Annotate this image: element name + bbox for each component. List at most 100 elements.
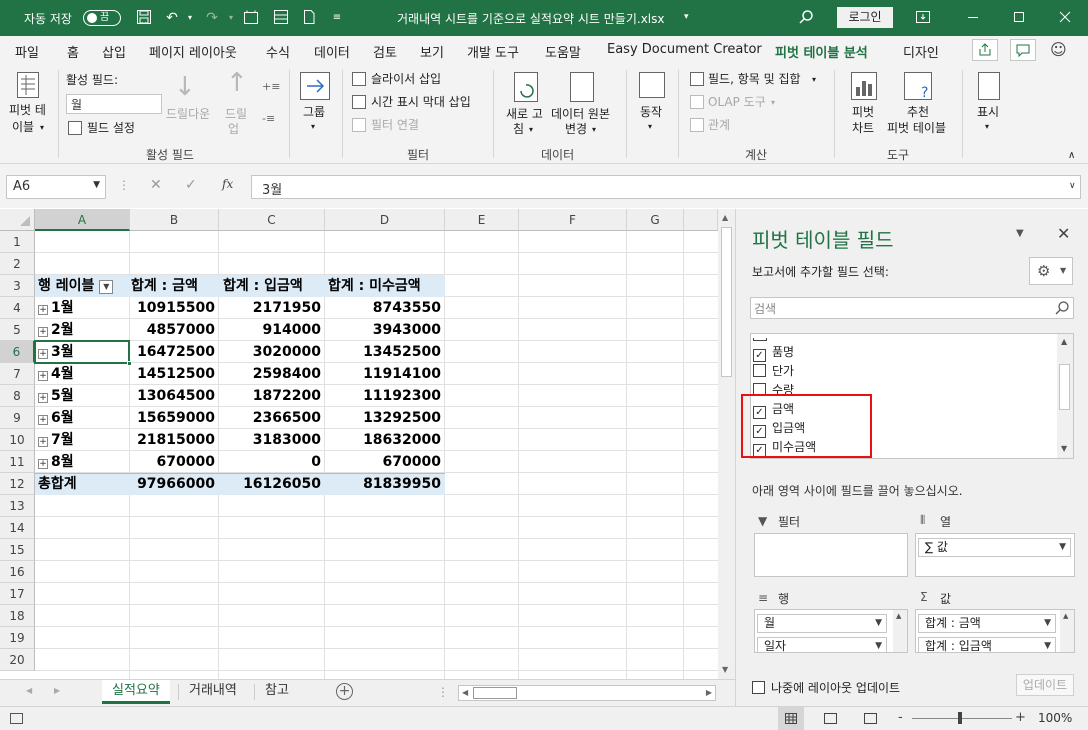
sheet-tab-reference[interactable]: 참고 [255,680,299,704]
pivot-row-label[interactable]: +8월 [38,451,128,473]
defer-checkbox[interactable] [752,681,765,694]
pivot-cell-unpaid[interactable]: 11914100 [325,363,445,385]
field-search-input[interactable]: 검색 [750,297,1074,319]
pivot-cell-paid[interactable]: 3183000 [219,429,325,451]
pivot-cell-unpaid[interactable]: 8743550 [325,297,445,319]
change-source-button-line2[interactable]: 변경 [565,121,587,137]
pivot-cell-unpaid[interactable]: 18632000 [325,429,445,451]
group-icon[interactable] [300,72,330,100]
show-dropdown-icon[interactable]: ▾ [985,119,989,135]
pivot-cell-paid[interactable]: 2171950 [219,297,325,319]
expand-formula-icon[interactable]: ∨ [1069,181,1076,191]
field-item[interactable]: 단가 [753,362,794,380]
row-header-16[interactable]: 16 [0,561,35,583]
tab-easy-document-creator[interactable]: Easy Document Creator [607,42,762,57]
row-header-3[interactable]: 3 [0,275,35,297]
pane-close-icon[interactable]: ✕ [1057,224,1070,243]
pivot-cell-amount[interactable]: 21815000 [130,429,219,451]
row-field-month[interactable]: 월 ▼ [757,614,887,633]
column-header-f[interactable]: F [519,209,627,231]
redo-dropdown-icon[interactable]: ▾ [222,9,240,27]
olap-tools-icon[interactable] [690,95,704,109]
column-header-h[interactable] [684,209,718,231]
expand-icon[interactable]: + [38,371,48,381]
drill-down-icon[interactable]: ↓ [174,74,196,100]
fields-items-sets-icon[interactable] [690,72,704,86]
actions-button[interactable]: 동작 [640,104,662,120]
refresh-button-line2[interactable]: 침 [513,121,524,137]
collapse-ribbon-icon[interactable]: ∧ [1068,148,1075,164]
group-button[interactable]: 그룹 [303,104,325,120]
drill-up-button-line2[interactable]: 업 [228,121,239,137]
row-header-15[interactable]: 15 [0,539,35,561]
pivot-chart-button-line2[interactable]: 차트 [852,120,874,136]
filter-area-drop[interactable] [754,533,908,577]
pivot-cell-amount[interactable]: 670000 [130,451,219,473]
zoom-slider-thumb[interactable] [958,712,962,724]
pivot-table-button-label2[interactable]: 이블 [12,119,34,135]
minimize-icon[interactable] [964,9,982,27]
olap-tools-button[interactable]: OLAP 도구 [708,94,766,110]
row-header-6[interactable]: 6 [0,341,35,363]
undo-dropdown-icon[interactable]: ▾ [181,9,199,27]
rows-scroll-up-icon[interactable]: ▲ [896,612,901,620]
row-header-8[interactable]: 8 [0,385,35,407]
expand-icon[interactable]: + [38,459,48,469]
vertical-scrollbar[interactable]: ▲ ▼ [718,209,735,679]
pivot-cell-amount[interactable]: 10915500 [130,297,219,319]
expand-icon[interactable]: + [38,415,48,425]
column-header-e[interactable]: E [445,209,519,231]
row-header-12[interactable]: 12 [0,473,35,495]
pivot-chart-button[interactable]: 피벗 [852,104,874,120]
comments-button[interactable] [1010,39,1036,61]
expand-icon[interactable]: + [38,437,48,447]
column-header-d[interactable]: D [325,209,445,231]
pivot-table-button-label[interactable]: 피벗 테 [9,102,46,118]
actions-dropdown-icon[interactable]: ▾ [648,119,652,135]
defer-layout-update[interactable]: 나중에 레이아웃 업데이트 [752,679,900,696]
select-all-corner[interactable] [0,209,35,231]
field-scroll-thumb[interactable] [1059,364,1070,410]
pivot-header-amount[interactable]: 합계 : 금액 [131,275,226,297]
pivot-cell-paid[interactable]: 1872200 [219,385,325,407]
value-field-paid-dropdown-icon[interactable]: ▼ [1044,638,1051,652]
columns-field-dropdown-icon[interactable]: ▼ [1059,539,1066,556]
pivot-row-label[interactable]: +7월 [38,429,128,451]
formula-input[interactable]: 3월 [251,175,1081,199]
recommended-pivot-icon[interactable]: ? [904,72,932,101]
expand-icon[interactable]: + [38,327,48,337]
filter-connections-button[interactable]: 필터 연결 [371,117,419,133]
group-dropdown-icon[interactable]: ▾ [311,119,315,135]
field-item[interactable]: ✓ 품명 [753,343,794,362]
page-break-view-button[interactable] [864,713,877,724]
customize-qat-icon[interactable]: ≡ [328,9,346,27]
scroll-up-icon[interactable]: ▲ [722,213,728,222]
save-icon[interactable] [135,9,153,27]
actions-icon[interactable] [639,72,665,98]
tab-developer[interactable]: 개발 도구 [467,42,519,61]
tab-design[interactable]: 디자인 [903,42,939,61]
pivot-row-label[interactable]: +1월 [38,297,128,319]
values-scroll-up-icon[interactable]: ▲ [1063,612,1068,620]
values-area-scrollbar[interactable]: ▲ [1060,610,1074,652]
search-icon[interactable] [797,9,815,27]
login-button[interactable]: 로그인 [837,7,893,28]
show-icon[interactable] [978,72,1000,100]
pivot-cell-amount[interactable]: 13064500 [130,385,219,407]
field-scroll-down-icon[interactable]: ▼ [1061,444,1067,453]
row-header-11[interactable]: 11 [0,451,35,473]
tab-home[interactable]: 홈 [67,42,79,61]
tab-insert[interactable]: 삽입 [102,42,126,61]
pivot-header-unpaid[interactable]: 합계 : 미수금액 [328,275,446,297]
pivot-cell-amount[interactable]: 14512500 [130,363,219,385]
field-settings-button[interactable]: 필드 설정 [87,120,135,136]
field-scroll-up-icon[interactable]: ▲ [1061,337,1067,346]
row-field-date-dropdown-icon[interactable]: ▼ [875,638,882,652]
name-box-dropdown-icon[interactable]: ▼ [93,180,100,190]
drill-up-button[interactable]: 드릴 [225,106,247,122]
checkbox-checked[interactable]: ✓ [753,349,766,362]
add-sheet-icon[interactable]: + [336,683,353,700]
pivot-cell-unpaid[interactable]: 13452500 [325,341,445,363]
value-field-paid[interactable]: 합계 : 입금액 ▼ [918,637,1056,652]
column-header-g[interactable]: G [627,209,684,231]
